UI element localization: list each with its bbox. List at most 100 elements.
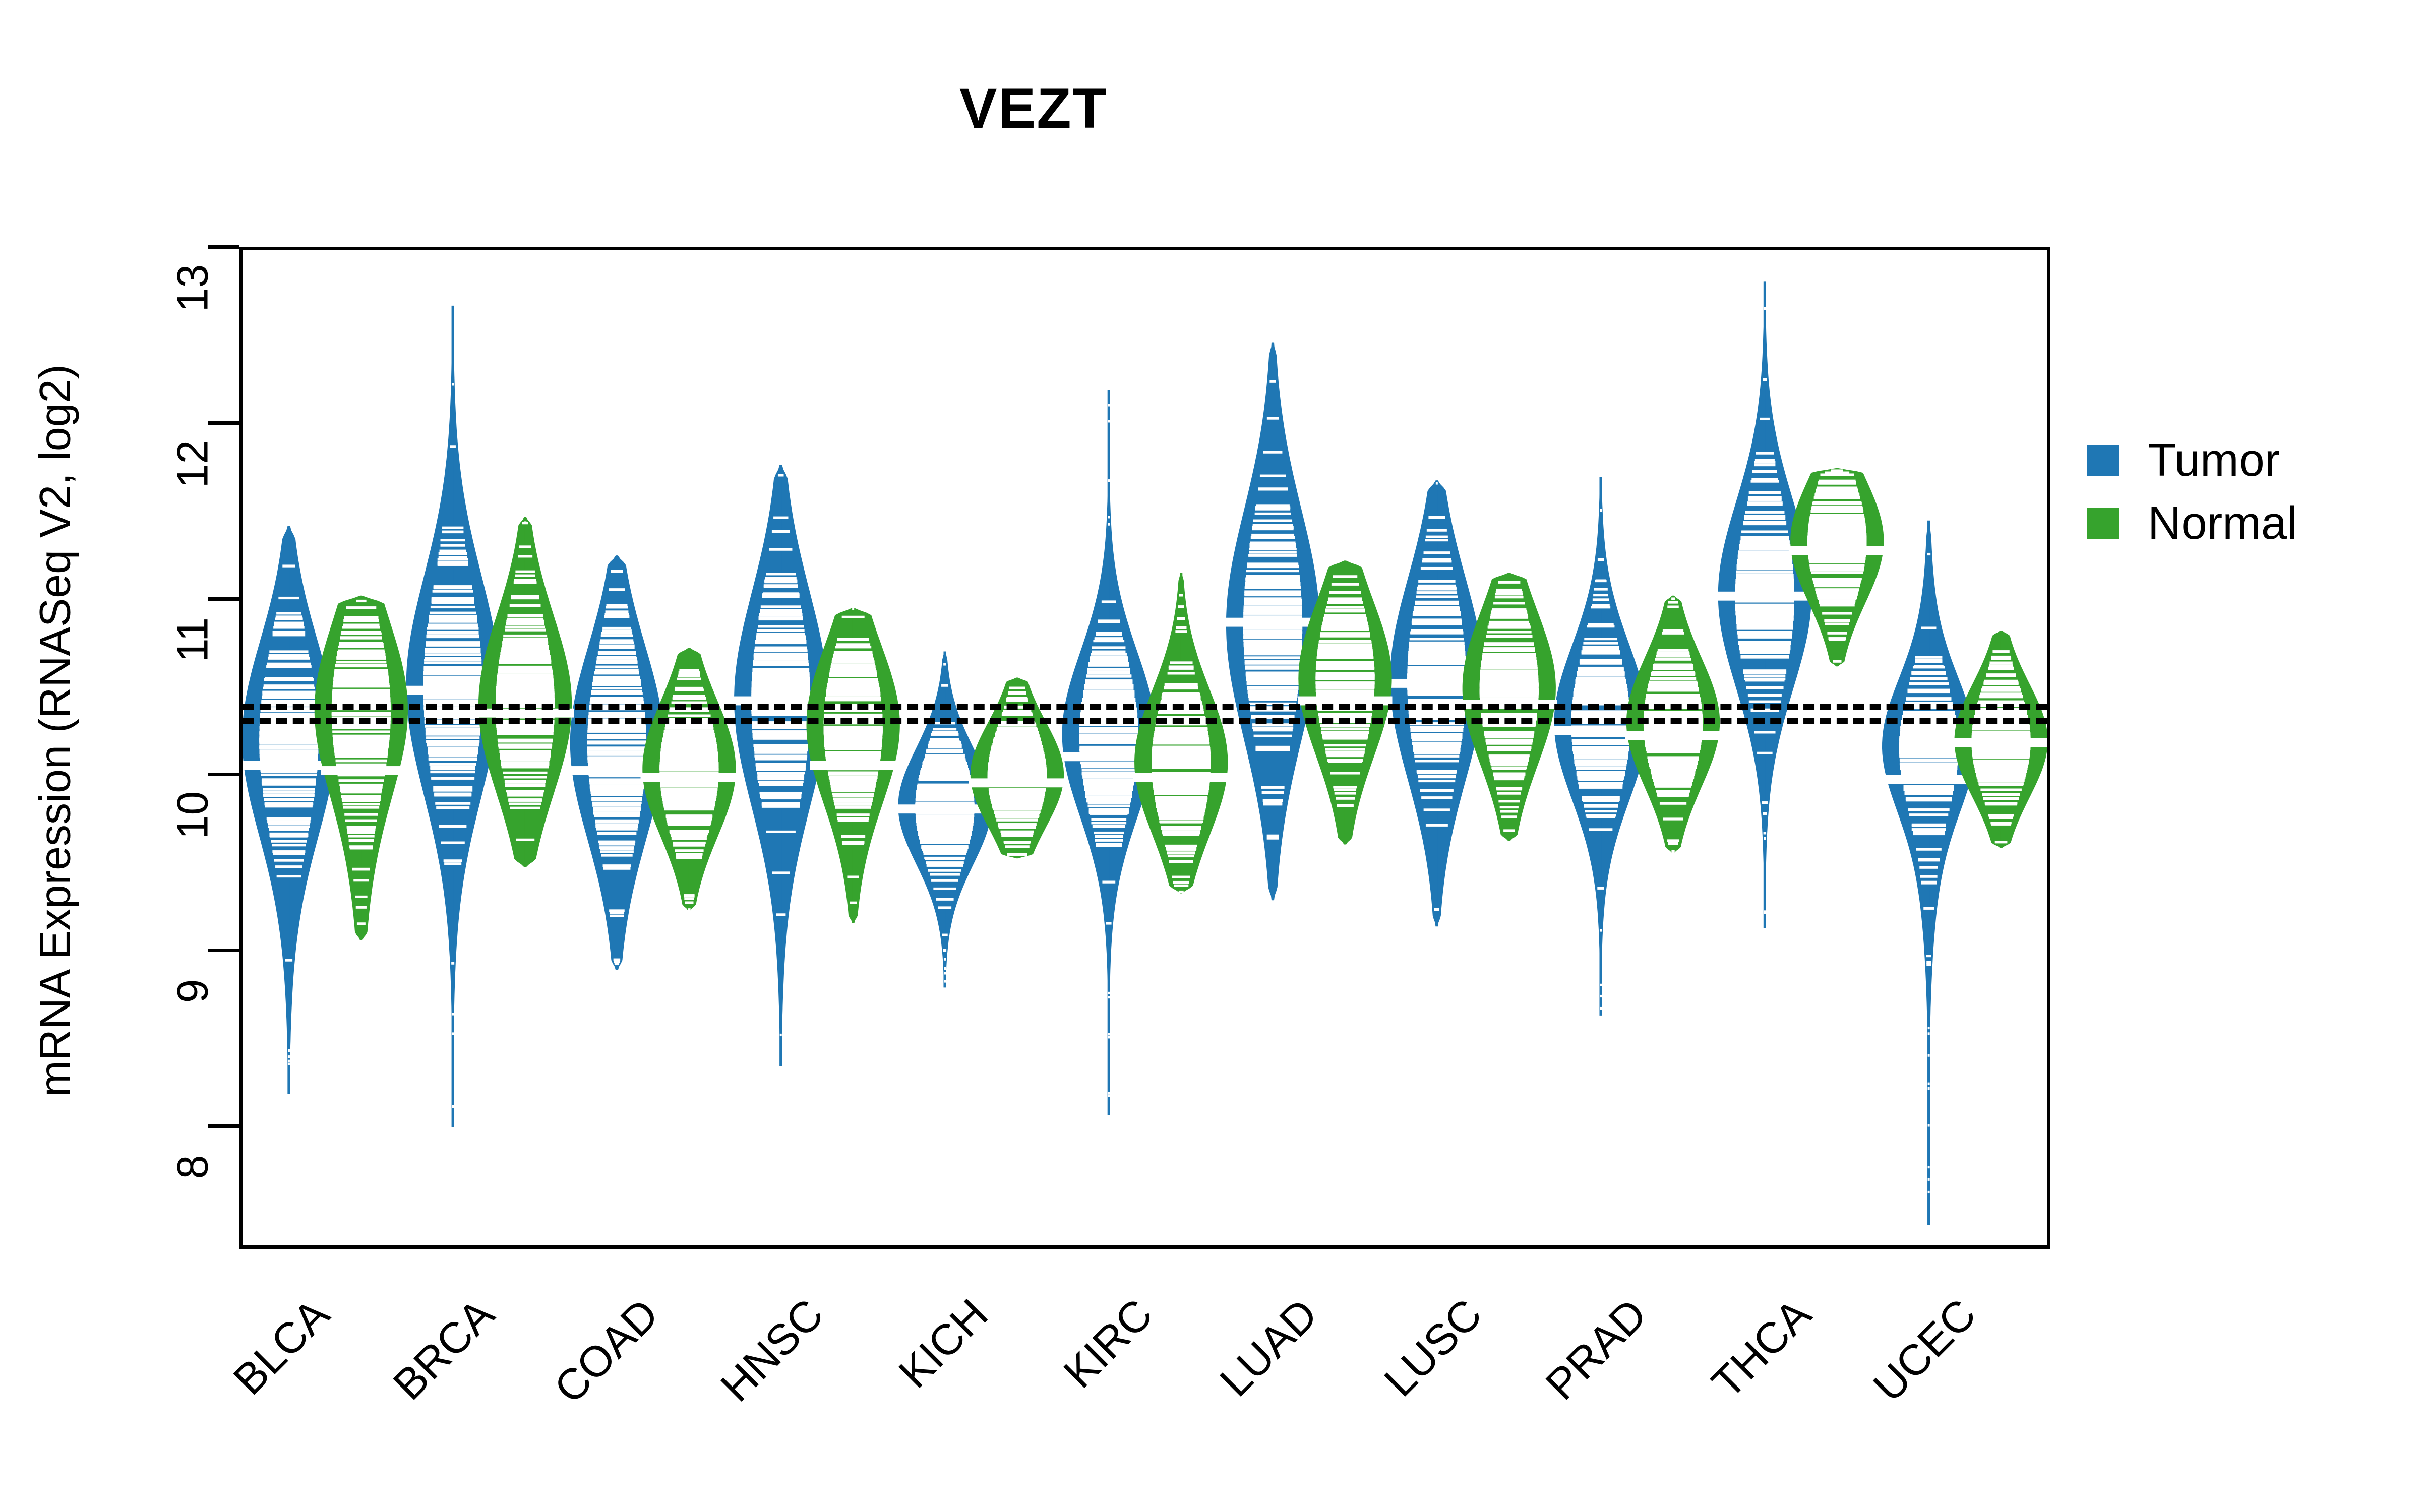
observation-strip <box>503 637 548 640</box>
observation-strip <box>1318 645 1372 648</box>
observation-strip <box>1927 1032 1930 1035</box>
observation-strip <box>497 677 554 680</box>
observation-strip <box>1007 853 1027 856</box>
observation-strip <box>1579 784 1623 788</box>
observation-strip <box>339 783 383 787</box>
observation-strip <box>760 605 801 608</box>
observation-strip <box>610 914 624 917</box>
observation-strip <box>1921 626 1937 629</box>
observation-strip <box>1155 728 1208 731</box>
median-line <box>640 773 738 782</box>
observation-strip <box>1989 816 2013 819</box>
observation-strip <box>267 821 311 824</box>
observation-strip <box>1484 735 1534 738</box>
observation-strip <box>1592 598 1609 601</box>
observation-strip <box>1812 579 1862 582</box>
observation-strip <box>1316 656 1374 659</box>
observation-strip <box>1410 725 1464 728</box>
observation-strip <box>427 632 479 635</box>
observation-strip <box>659 768 719 771</box>
observation-strip <box>917 828 973 831</box>
observation-strip <box>1659 802 1687 805</box>
observation-strip <box>1577 671 1625 675</box>
observation-strip <box>1909 682 1949 685</box>
observation-strip <box>498 671 553 674</box>
observation-strip <box>837 817 869 820</box>
observation-strip <box>1083 779 1134 782</box>
observation-strip <box>424 668 482 671</box>
observation-strip <box>1266 417 1279 420</box>
observation-strip <box>662 800 716 803</box>
observation-strip <box>432 590 473 593</box>
observation-strip <box>1079 731 1138 734</box>
observation-strip <box>1575 684 1627 687</box>
observation-strip <box>588 712 645 715</box>
observation-strip <box>1153 735 1209 738</box>
observation-strip <box>1176 626 1187 629</box>
observation-strip <box>1582 796 1620 799</box>
observation-strip <box>425 728 480 731</box>
observation-strip <box>1600 509 1602 512</box>
observation-strip <box>450 445 456 448</box>
observation-strip <box>916 821 974 824</box>
observation-strip <box>944 967 946 970</box>
observation-strip <box>1671 597 1675 600</box>
observation-strip <box>285 959 293 962</box>
page-title: VEZT <box>959 77 1108 140</box>
observation-strip <box>1413 748 1461 751</box>
observation-strip <box>1495 593 1523 596</box>
observation-strip <box>676 853 703 856</box>
observation-strip <box>1809 516 1865 519</box>
observation-strip <box>1816 488 1858 492</box>
observation-strip <box>1480 669 1538 672</box>
observation-strip <box>1412 618 1462 621</box>
observation-strip <box>1899 749 1959 752</box>
observation-strip <box>1750 480 1779 483</box>
observation-strip <box>928 740 961 744</box>
observation-strip <box>1486 741 1533 744</box>
observation-strip <box>671 834 707 838</box>
observation-strip <box>766 573 796 576</box>
observation-strip <box>1919 866 1938 869</box>
observation-strip <box>1822 612 1852 615</box>
observation-strip <box>429 611 476 614</box>
observation-strip <box>259 751 319 754</box>
x-tick-label-prad: PRAD <box>1536 1290 1656 1410</box>
observation-strip <box>1739 645 1791 648</box>
observation-strip <box>763 592 799 595</box>
observation-strip <box>1736 625 1793 628</box>
observation-strip <box>1595 579 1607 583</box>
observation-strip <box>828 678 878 681</box>
observation-strip <box>595 825 638 828</box>
observation-strip <box>826 694 881 697</box>
observation-strip <box>1177 617 1185 620</box>
x-tick-label-thca: THCA <box>1703 1290 1821 1408</box>
observation-strip <box>1763 378 1767 381</box>
observation-strip <box>266 665 312 668</box>
observation-strip <box>1152 746 1210 749</box>
observation-strip <box>1764 307 1766 310</box>
observation-strip <box>941 684 949 687</box>
observation-strip <box>1980 788 2022 791</box>
observation-strip <box>1261 786 1285 789</box>
observation-strip <box>1751 478 1778 481</box>
observation-strip <box>1920 875 1938 878</box>
observation-strip <box>259 723 318 726</box>
observation-strip <box>510 806 540 809</box>
median-line <box>476 708 574 718</box>
observation-strip <box>754 647 807 650</box>
y-tick-label: 13 <box>168 264 217 312</box>
observation-strip <box>1422 560 1452 563</box>
observation-strip <box>276 875 301 878</box>
observation-strip <box>496 725 554 728</box>
observation-strip <box>1258 487 1288 490</box>
observation-strip <box>1317 651 1373 654</box>
observation-strip <box>1581 650 1620 653</box>
observation-strip <box>600 639 634 642</box>
observation-strip <box>509 802 541 805</box>
observation-strip <box>1811 510 1863 513</box>
violin-normal-prad <box>1625 595 1722 853</box>
observation-strip <box>1321 727 1369 730</box>
violin-normal-ucec <box>1952 630 2047 848</box>
observation-strip <box>437 562 468 565</box>
